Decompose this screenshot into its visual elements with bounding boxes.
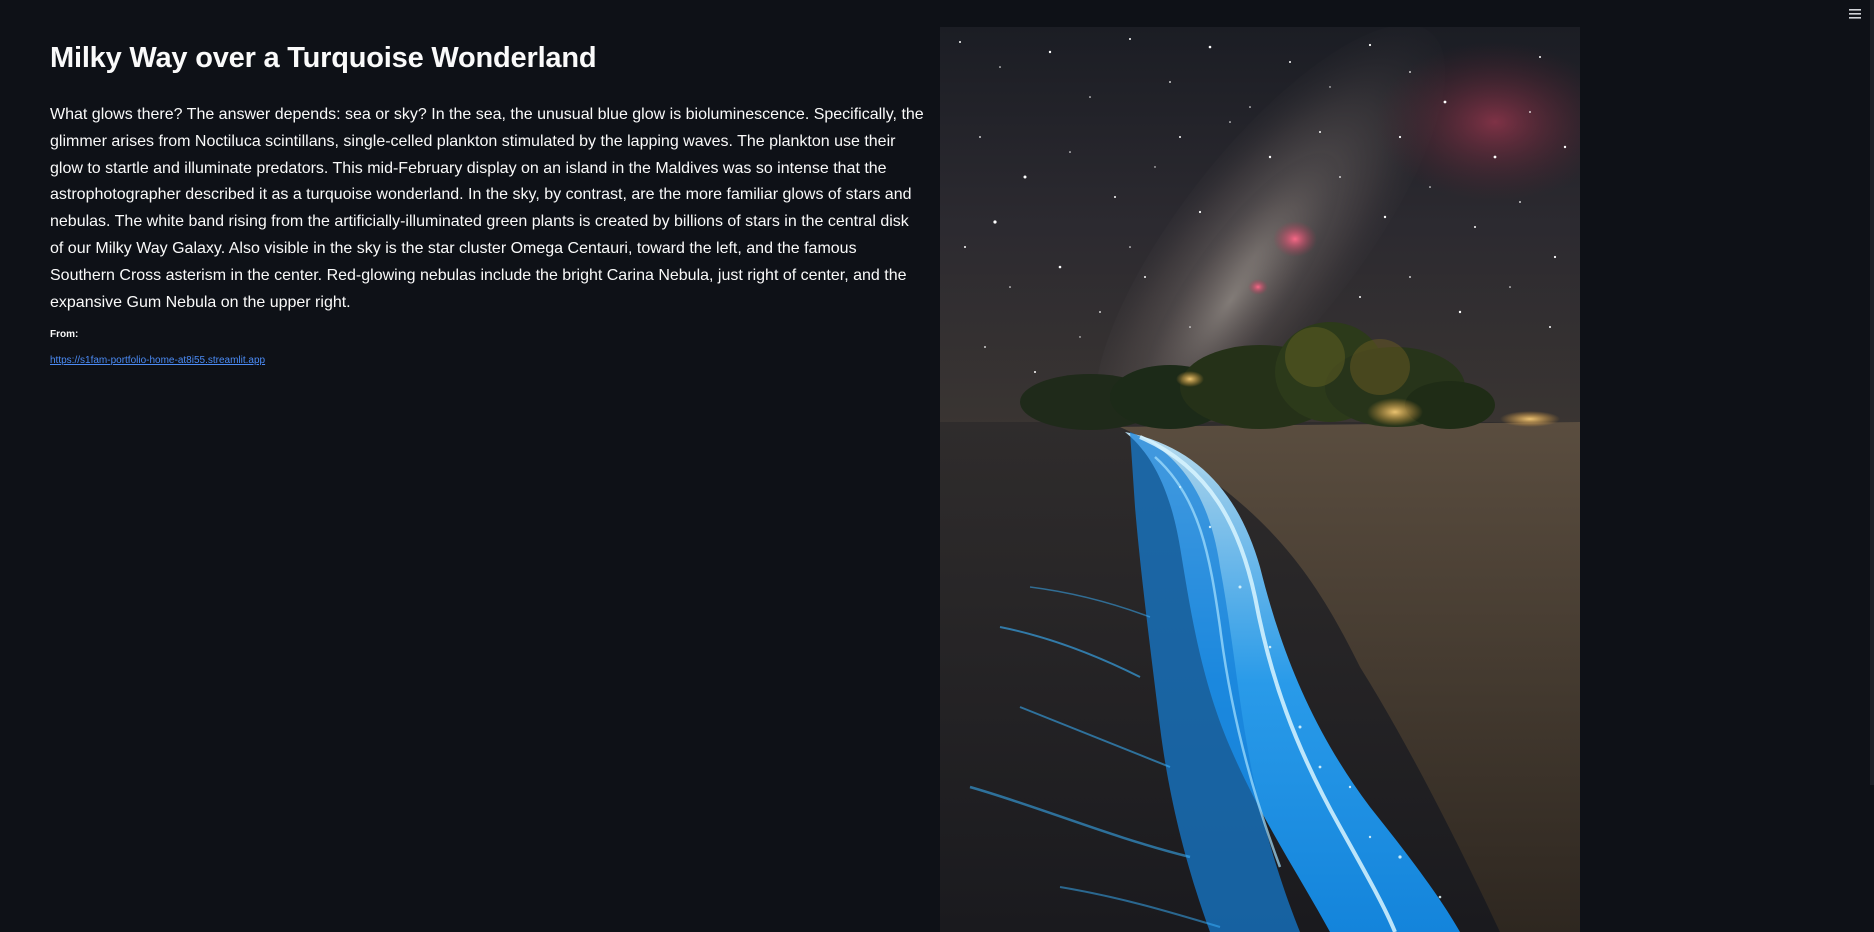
page-title: Milky Way over a Turquoise Wonderland: [50, 42, 597, 74]
from-label: From:: [50, 329, 79, 341]
main-menu-button[interactable]: [1844, 4, 1866, 24]
astronomy-photo: [940, 27, 1580, 932]
page-scrollbar[interactable]: [1870, 0, 1874, 785]
source-link[interactable]: https://s1fam-portfolio-home-at8i55.stre…: [50, 354, 265, 368]
hamburger-menu-icon: [1849, 9, 1861, 19]
app-container: Milky Way over a Turquoise Wonderland Wh…: [0, 0, 1874, 932]
article-text-column: Milky Way over a Turquoise Wonderland Wh…: [50, 36, 925, 368]
milky-way-bioluminescence-image: [940, 27, 1580, 932]
article-description: What glows there? The answer depends: se…: [50, 106, 924, 311]
